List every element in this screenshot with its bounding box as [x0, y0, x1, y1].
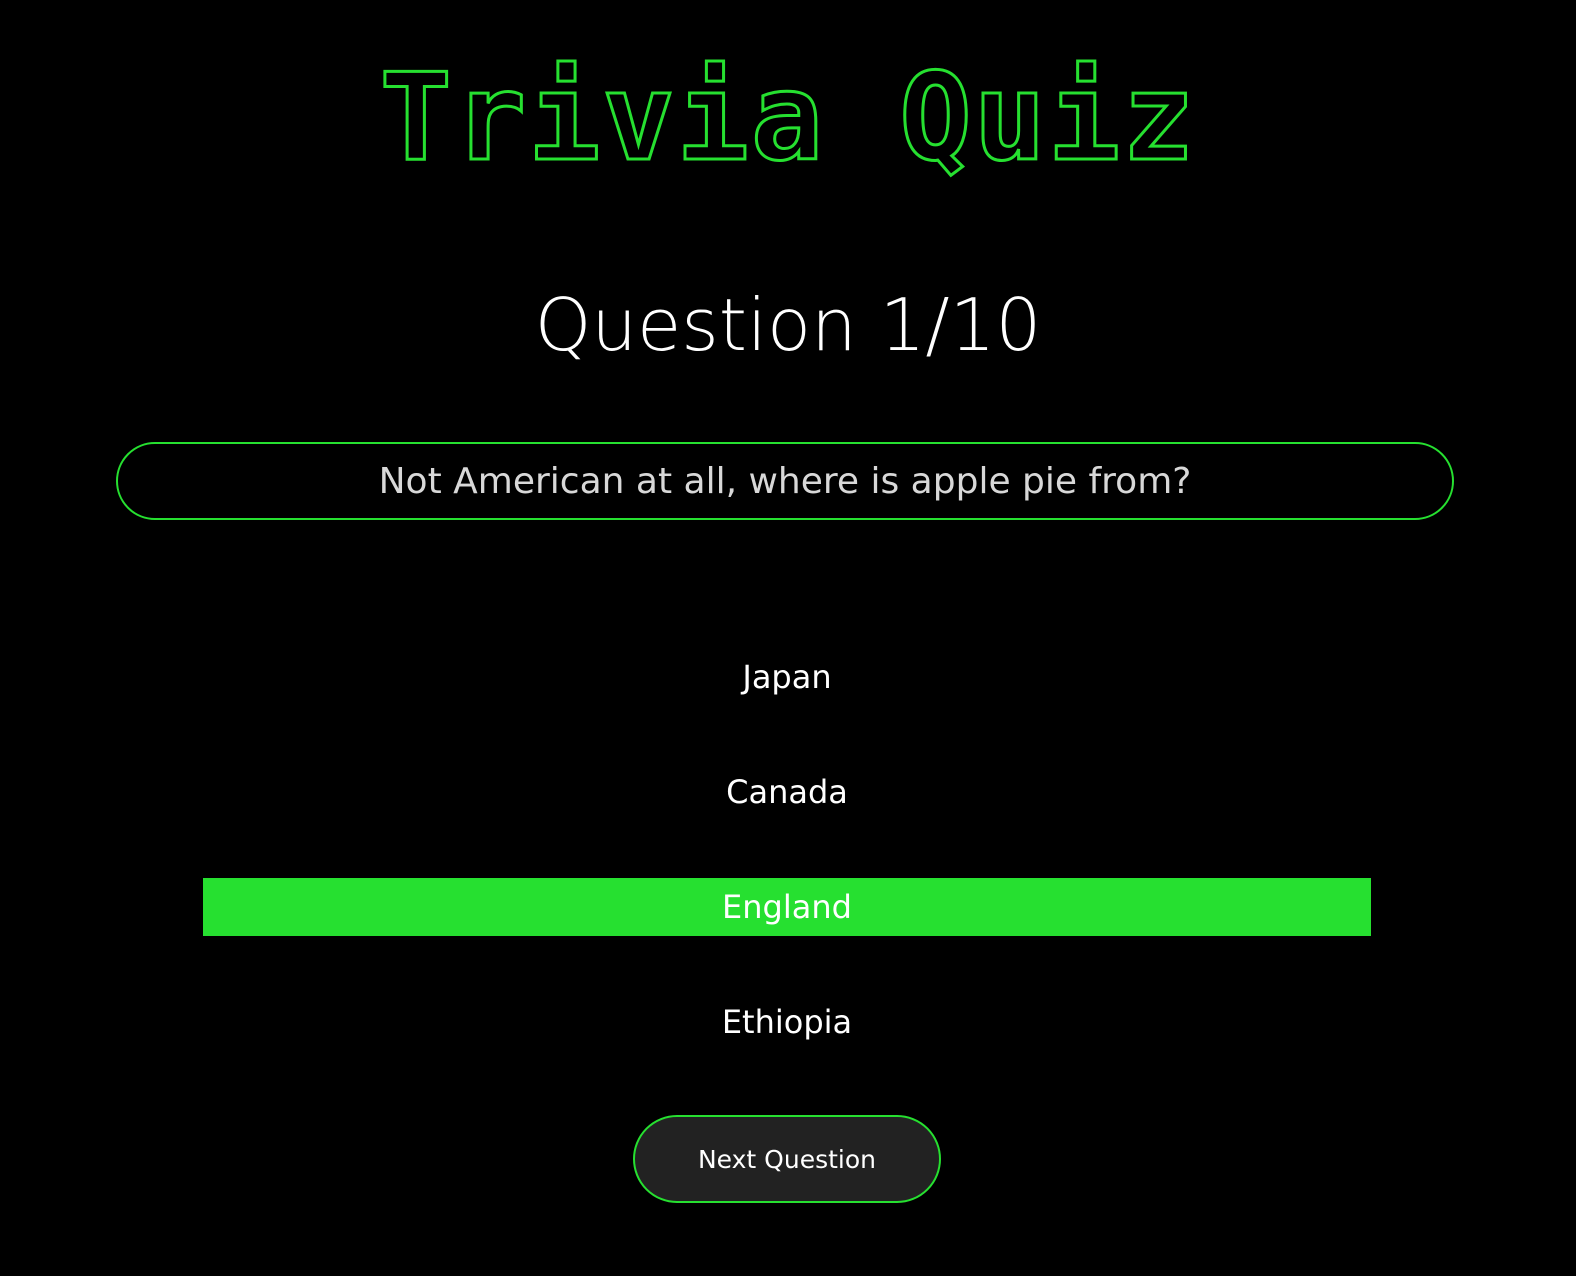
answer-label: England — [722, 888, 852, 926]
app-title: Trivia Quiz — [378, 48, 1197, 190]
answer-label: Japan — [742, 658, 832, 696]
question-box: Not American at all, where is apple pie … — [116, 442, 1454, 520]
question-text: Not American at all, where is apple pie … — [378, 460, 1192, 502]
answer-label: Canada — [726, 773, 848, 811]
answer-list: Japan Canada England Ethiopia — [203, 648, 1371, 1108]
next-question-button[interactable]: Next Question — [633, 1115, 941, 1203]
answer-option-ethiopia[interactable]: Ethiopia — [203, 993, 1371, 1051]
answer-option-england[interactable]: England — [203, 878, 1371, 936]
answer-option-japan[interactable]: Japan — [203, 648, 1371, 706]
answer-label: Ethiopia — [721, 1003, 853, 1041]
question-counter: Question 1/10 — [534, 283, 1042, 367]
answer-option-canada[interactable]: Canada — [203, 763, 1371, 821]
